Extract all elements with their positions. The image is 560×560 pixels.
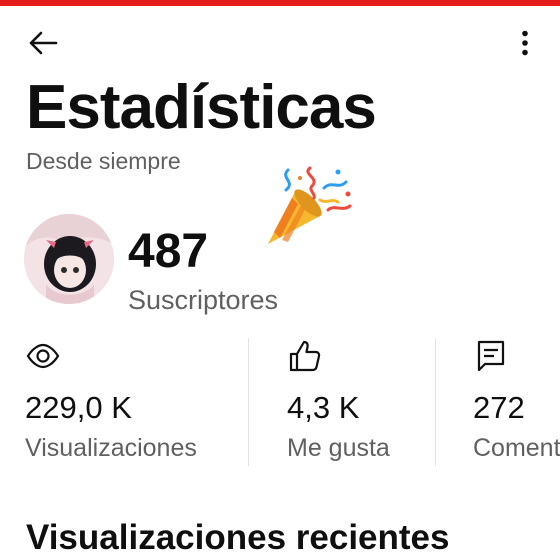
likes-stat[interactable]: 4,3 K Me gusta <box>287 338 427 468</box>
party-popper-icon <box>268 166 352 244</box>
stat-divider <box>435 338 436 466</box>
date-range-label: Desde siempre <box>26 148 181 174</box>
views-value: 229,0 K <box>25 390 132 425</box>
comment-icon <box>477 340 505 372</box>
page-title: Estadísticas <box>26 73 377 142</box>
eye-icon <box>26 343 60 369</box>
subscriber-label: Suscriptores <box>128 285 279 315</box>
comments-value: 272 <box>473 390 525 425</box>
thumbs-up-icon <box>289 340 321 372</box>
recent-views-title: Visualizaciones recientes <box>26 518 450 557</box>
subscriber-count: 487 <box>128 225 209 278</box>
comments-stat[interactable]: 272 Comentarios <box>473 338 560 468</box>
likes-label: Me gusta <box>287 434 390 462</box>
top-status-strip <box>0 0 560 6</box>
arrow-left-icon <box>29 31 58 55</box>
back-button[interactable] <box>26 28 60 58</box>
likes-value: 4,3 K <box>287 390 360 425</box>
comments-label: Comentarios <box>473 434 560 462</box>
avatar-image <box>24 214 114 304</box>
stat-divider <box>248 338 249 466</box>
views-stat[interactable]: 229,0 K Visualizaciones <box>25 338 240 468</box>
views-label: Visualizaciones <box>25 434 197 462</box>
vertical-dots-icon <box>522 30 528 56</box>
more-options-button[interactable] <box>512 28 538 58</box>
channel-avatar[interactable] <box>24 214 114 304</box>
